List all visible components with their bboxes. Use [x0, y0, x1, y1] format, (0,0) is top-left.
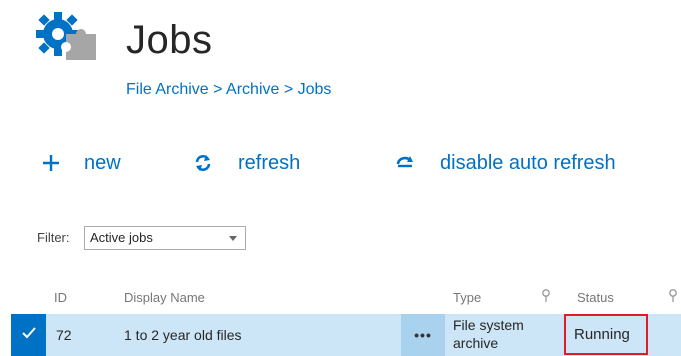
ellipsis-icon: ••• — [414, 327, 432, 343]
new-label: new — [84, 151, 121, 174]
disable-auto-refresh-button[interactable]: disable auto refresh — [394, 148, 616, 178]
refresh-label: refresh — [238, 151, 301, 174]
chevron-down-icon — [229, 236, 237, 241]
type-filter-icon[interactable] — [541, 289, 551, 303]
column-header-display-name[interactable]: Display Name — [124, 290, 205, 305]
row-id: 72 — [56, 327, 72, 343]
filter-select[interactable]: Active jobs — [84, 226, 246, 250]
row-type-line1: File system — [453, 317, 524, 333]
row-type-line2: archive — [453, 335, 499, 351]
row-status: Running — [564, 314, 648, 355]
refresh-icon — [192, 152, 214, 174]
column-header-id[interactable]: ID — [54, 290, 67, 305]
breadcrumb[interactable]: File Archive > Archive > Jobs — [126, 80, 331, 100]
filter-selected-value: Active jobs — [90, 230, 153, 245]
plus-icon — [40, 152, 62, 174]
new-button[interactable]: new — [40, 148, 121, 178]
page-title: Jobs — [126, 18, 213, 62]
status-filter-icon[interactable] — [668, 289, 678, 303]
auto-refresh-icon — [394, 152, 416, 174]
row-checkbox[interactable] — [11, 314, 46, 356]
column-header-type[interactable]: Type — [453, 290, 481, 305]
refresh-button[interactable]: refresh — [192, 148, 300, 178]
more-options-button[interactable]: ••• — [401, 314, 445, 356]
checkmark-icon — [21, 326, 36, 344]
column-header-status[interactable]: Status — [577, 290, 614, 305]
row-type: File system archive — [453, 316, 553, 352]
table-row[interactable]: 72 1 to 2 year old files ••• File system… — [11, 314, 681, 356]
row-display-name[interactable]: 1 to 2 year old files — [124, 327, 242, 343]
filter-label: Filter: — [37, 230, 70, 245]
status-value: Running — [574, 326, 630, 343]
gear-puzzle-icon — [36, 12, 102, 62]
auto-refresh-label: disable auto refresh — [440, 151, 616, 174]
